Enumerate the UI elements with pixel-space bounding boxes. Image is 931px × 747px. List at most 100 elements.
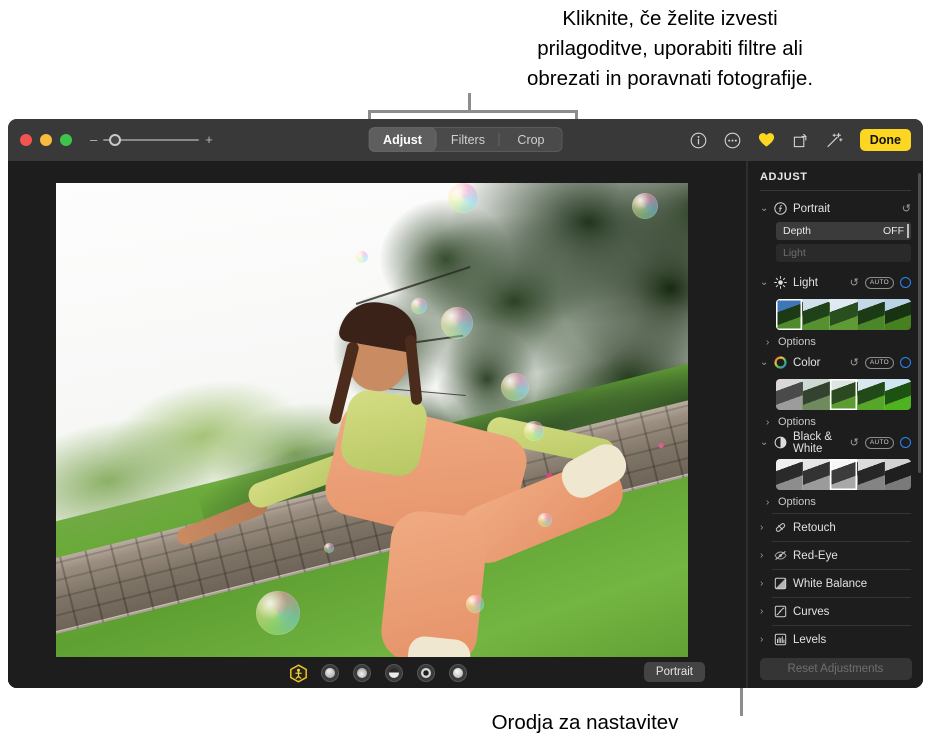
black-and-white-enable-toggle[interactable]: [900, 437, 911, 448]
edited-photo[interactable]: [56, 183, 688, 657]
comment-icon[interactable]: [722, 130, 743, 151]
color-thumbnail[interactable]: [776, 379, 803, 410]
sidebar-item-red-eye[interactable]: › Red-Eye: [760, 544, 911, 567]
chevron-down-icon[interactable]: ⌄: [760, 357, 772, 368]
adjust-sidebar-scroll[interactable]: ADJUST ⌄ Portrait ↺ Depth OFF Light ⌄ Li…: [748, 161, 923, 650]
portrait-reset-icon[interactable]: ↺: [902, 202, 911, 215]
color-thumbnail[interactable]: [856, 379, 884, 410]
light-reset-icon[interactable]: ↺: [850, 276, 859, 289]
chevron-right-icon[interactable]: ›: [760, 550, 772, 561]
chevron-right-icon[interactable]: ›: [760, 522, 772, 533]
sidebar-item-retouch-label: Retouch: [793, 521, 836, 534]
color-reset-icon[interactable]: ↺: [850, 356, 859, 369]
photo-bubble-6: [501, 373, 529, 401]
portrait-depth-slider[interactable]: Depth OFF: [776, 222, 911, 240]
portrait-effects-row: [289, 663, 467, 683]
black-and-white-thumbnail-strip[interactable]: [776, 459, 911, 490]
sidebar-section-black-and-white[interactable]: ⌄ Black & White ↺ AUTO: [760, 431, 911, 455]
natural-light-effect-icon[interactable]: [320, 663, 339, 682]
chevron-down-icon[interactable]: ⌄: [760, 277, 772, 288]
black-and-white-options-row[interactable]: › Options: [766, 493, 911, 511]
tab-adjust[interactable]: Adjust: [369, 128, 436, 151]
bw-thumbnail[interactable]: [829, 459, 857, 490]
black-and-white-reset-icon[interactable]: ↺: [850, 436, 859, 449]
light-thumbnail[interactable]: [856, 299, 884, 330]
sidebar-section-light[interactable]: ⌄ Light ↺ AUTO: [760, 271, 911, 294]
tab-filters[interactable]: Filters: [437, 128, 499, 151]
sidebar-divider: [772, 513, 911, 514]
callout-top-text: Kliknite, če želite izvesti prilagoditve…: [526, 7, 814, 90]
studio-light-effect-icon[interactable]: [352, 663, 371, 682]
color-auto-button[interactable]: AUTO: [864, 356, 894, 369]
portrait-light-label: Light: [783, 247, 806, 259]
portrait-depth-handle[interactable]: [907, 224, 909, 238]
reset-adjustments-button[interactable]: Reset Adjustments: [759, 658, 912, 680]
sidebar-item-levels[interactable]: › Levels: [760, 628, 911, 650]
chevron-down-icon[interactable]: ⌄: [760, 437, 772, 448]
adjust-sidebar: ADJUST ⌄ Portrait ↺ Depth OFF Light ⌄ Li…: [747, 161, 923, 688]
photo-bubble-10: [538, 513, 552, 527]
contour-light-effect-icon[interactable]: [384, 663, 403, 682]
color-thumbnail[interactable]: [829, 379, 857, 410]
zoom-slider-track[interactable]: [103, 134, 200, 146]
editor-mode-segmented-control[interactable]: Adjust Filters Crop: [368, 127, 563, 152]
levels-icon: [772, 633, 788, 646]
bw-thumbnail[interactable]: [776, 459, 803, 490]
chevron-down-icon[interactable]: ⌄: [760, 203, 772, 214]
sidebar-section-portrait[interactable]: ⌄ Portrait ↺: [760, 197, 911, 220]
light-thumbnail[interactable]: [802, 299, 830, 330]
portrait-mode-pill[interactable]: Portrait: [643, 662, 705, 682]
close-window-button[interactable]: [20, 134, 32, 146]
curves-icon: [772, 605, 788, 618]
traffic-lights[interactable]: [20, 134, 72, 146]
light-auto-button[interactable]: AUTO: [864, 276, 894, 289]
bw-thumbnail[interactable]: [802, 459, 830, 490]
sidebar-item-red-eye-label: Red-Eye: [793, 549, 838, 562]
sidebar-section-color[interactable]: ⌄ Color ↺ AUTO: [760, 351, 911, 374]
color-thumbnail[interactable]: [802, 379, 830, 410]
sidebar-item-curves[interactable]: › Curves: [760, 600, 911, 623]
favorite-heart-icon[interactable]: [756, 130, 777, 151]
stage-light-effect-icon[interactable]: [416, 663, 435, 682]
sidebar-item-retouch[interactable]: › Retouch: [760, 516, 911, 539]
color-options-row[interactable]: › Options: [766, 413, 911, 431]
light-thumbnail[interactable]: [883, 299, 911, 330]
color-thumbnail-strip[interactable]: [776, 379, 911, 410]
sidebar-item-white-balance[interactable]: › White Balance: [760, 572, 911, 595]
bandage-icon: [772, 521, 788, 534]
color-enable-toggle[interactable]: [900, 357, 911, 368]
minimize-window-button[interactable]: [40, 134, 52, 146]
portrait-effects-toolbar: Portrait: [8, 657, 747, 688]
light-options-row[interactable]: › Options: [766, 333, 911, 351]
light-thumbnail[interactable]: [829, 299, 857, 330]
bw-thumbnail[interactable]: [883, 459, 911, 490]
info-icon[interactable]: [688, 130, 709, 151]
chevron-right-icon[interactable]: ›: [766, 337, 778, 348]
light-enable-toggle[interactable]: [900, 277, 911, 288]
color-thumbnail[interactable]: [883, 379, 911, 410]
sidebar-section-color-label: Color: [793, 356, 821, 369]
tab-crop[interactable]: Crop: [500, 128, 562, 151]
light-thumbnail-strip[interactable]: [776, 299, 911, 330]
zoom-slider[interactable]: – +: [90, 133, 213, 146]
portrait-light-slider[interactable]: Light: [776, 244, 911, 262]
light-thumbnail[interactable]: [776, 299, 803, 330]
done-button[interactable]: Done: [859, 129, 911, 151]
sidebar-scrollbar-thumb[interactable]: [918, 173, 921, 473]
chevron-right-icon[interactable]: ›: [766, 417, 778, 428]
bw-thumbnail[interactable]: [856, 459, 884, 490]
zoom-slider-knob[interactable]: [109, 134, 122, 146]
zoom-out-icon[interactable]: –: [90, 133, 97, 146]
chevron-right-icon[interactable]: ›: [766, 497, 778, 508]
chevron-right-icon[interactable]: ›: [760, 578, 772, 589]
sidebar-scrollbar[interactable]: [918, 173, 921, 643]
zoom-in-icon[interactable]: +: [205, 133, 213, 146]
rotate-icon[interactable]: [790, 130, 811, 151]
chevron-right-icon[interactable]: ›: [760, 606, 772, 617]
auto-enhance-icon[interactable]: [824, 130, 845, 151]
stage-light-mono-effect-icon[interactable]: [448, 663, 467, 682]
portrait-cube-effect-icon[interactable]: [289, 663, 307, 683]
black-and-white-auto-button[interactable]: AUTO: [864, 436, 894, 449]
chevron-right-icon[interactable]: ›: [760, 634, 772, 645]
maximize-window-button[interactable]: [60, 134, 72, 146]
